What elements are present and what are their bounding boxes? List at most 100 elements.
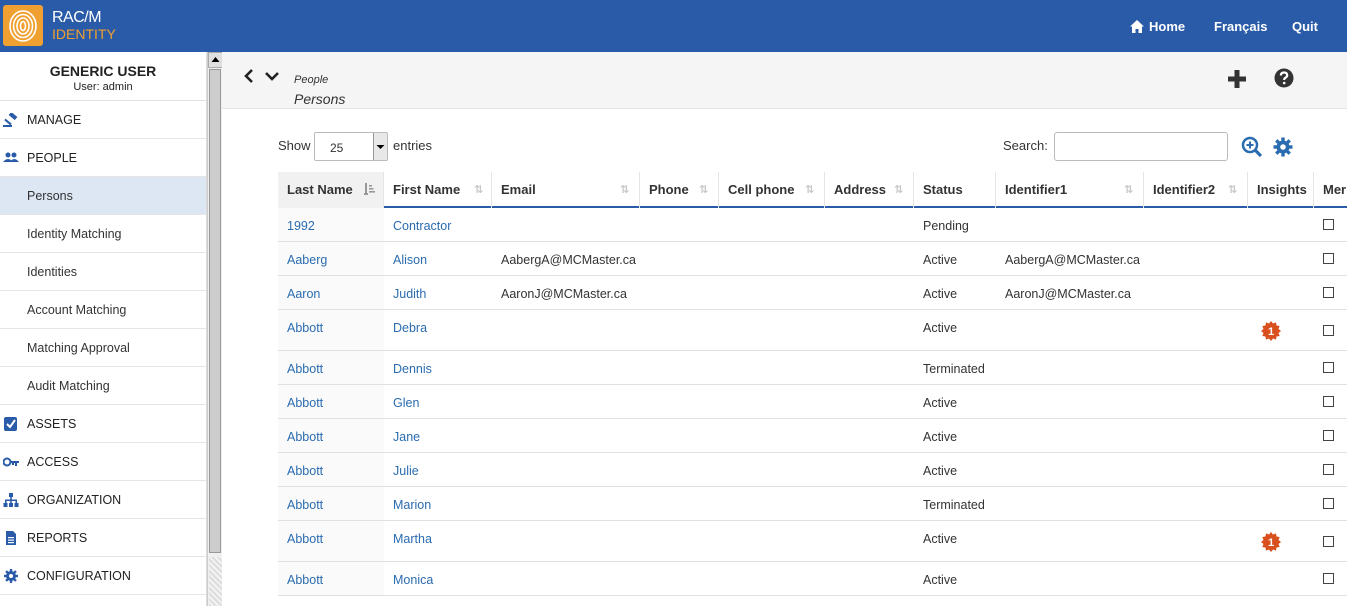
col-address[interactable]: Address ⇅ <box>825 172 914 208</box>
cell-last-name[interactable]: Abbott <box>287 430 323 444</box>
fingerprint-logo-icon <box>3 5 43 46</box>
zoom-search-icon[interactable] <box>1241 136 1263 158</box>
insight-badge-icon[interactable]: 1 <box>1261 321 1281 341</box>
cell-first-name[interactable]: Alison <box>393 253 427 267</box>
sidebar-item-people[interactable]: PEOPLE <box>0 139 206 177</box>
col-insights[interactable]: Insights <box>1248 172 1314 208</box>
cell-first-name[interactable]: Marion <box>393 498 431 512</box>
cell-last-name[interactable]: Abbott <box>287 532 323 546</box>
table-row[interactable]: Aaberg Alison AabergA@MCMaster.ca Active Aab… <box>278 242 1347 276</box>
breadcrumb-parent[interactable]: People <box>294 74 328 86</box>
cell-first-name[interactable]: Dennis <box>393 362 432 376</box>
table-settings-gear-icon[interactable] <box>1273 137 1293 157</box>
sidebar-item-identity-matching[interactable]: Identity Matching <box>0 215 206 253</box>
table-row[interactable]: Abbott Glen Active <box>278 385 1347 419</box>
cell-first-name[interactable]: Contractor <box>393 219 451 233</box>
search-input[interactable] <box>1054 132 1228 161</box>
merge-checkbox[interactable] <box>1323 498 1334 509</box>
merge-checkbox[interactable] <box>1323 396 1334 407</box>
sidebar-item-access[interactable]: ACCESS <box>0 443 206 481</box>
logo-text-identity: IDENTITY <box>52 26 116 42</box>
col-cell-phone[interactable]: Cell phone ⇅ <box>719 172 825 208</box>
table-row[interactable]: Abbott Martha Active 1 <box>278 521 1347 562</box>
chevron-left-icon[interactable] <box>243 69 255 83</box>
cell-last-name[interactable]: Abbott <box>287 396 323 410</box>
top-bar: RAC/M IDENTITY Home Français Quit <box>0 0 1347 52</box>
french-link[interactable]: Français <box>1214 19 1267 34</box>
cell-status: Terminated <box>923 498 985 512</box>
table-row[interactable]: Abbott Julie Active <box>278 453 1347 487</box>
help-icon[interactable] <box>1274 68 1294 88</box>
merge-checkbox[interactable] <box>1323 573 1334 584</box>
col-status[interactable]: Status <box>914 172 996 208</box>
chevron-down-icon[interactable] <box>265 70 279 82</box>
cell-first-name[interactable]: Debra <box>393 321 427 335</box>
table-row[interactable]: Abbott Monica Active <box>278 562 1347 596</box>
entries-select-value: 25 <box>330 141 344 155</box>
sidebar-item-manage[interactable]: MANAGE <box>0 101 206 139</box>
user-subtitle: User: admin <box>73 81 133 93</box>
cell-first-name[interactable]: Martha <box>393 532 432 546</box>
col-label: Status <box>923 182 963 197</box>
cell-last-name[interactable]: Abbott <box>287 464 323 478</box>
cell-last-name[interactable]: Abbott <box>287 498 323 512</box>
cell-first-name[interactable]: Monica <box>393 573 433 587</box>
col-first-name[interactable]: First Name ⇅ <box>384 172 492 208</box>
home-link[interactable]: Home <box>1130 19 1185 34</box>
merge-checkbox[interactable] <box>1323 464 1334 475</box>
cell-last-name[interactable]: Aaberg <box>287 253 327 267</box>
cell-first-name[interactable]: Judith <box>393 287 426 301</box>
sidebar-scrollbar[interactable] <box>207 52 223 606</box>
cell-last-name[interactable]: Abbott <box>287 573 323 587</box>
table-row[interactable]: Abbott Debra Active 1 <box>278 310 1347 351</box>
table-row[interactable]: Abbott Dennis Terminated <box>278 351 1347 385</box>
sidebar-item-label: Matching Approval <box>27 340 130 355</box>
col-phone[interactable]: Phone ⇅ <box>640 172 719 208</box>
merge-checkbox[interactable] <box>1323 219 1334 230</box>
col-identifier1[interactable]: Identifier1 ⇅ <box>996 172 1144 208</box>
table-row[interactable]: 1992 Contractor Pending <box>278 208 1347 242</box>
scroll-thumb[interactable] <box>209 69 221 553</box>
sidebar-item-configuration[interactable]: CONFIGURATION <box>0 557 206 595</box>
sidebar-item-audit-matching[interactable]: Audit Matching <box>0 367 206 405</box>
add-icon[interactable] <box>1227 69 1247 89</box>
sidebar-item-organization[interactable]: ORGANIZATION <box>0 481 206 519</box>
cell-first-name[interactable]: Julie <box>393 464 419 478</box>
col-last-name[interactable]: Last Name <box>278 172 384 208</box>
merge-checkbox[interactable] <box>1323 287 1334 298</box>
sidebar-item-identities[interactable]: Identities <box>0 253 206 291</box>
people-icon <box>3 152 19 162</box>
table-row[interactable]: Abbott Jane Active <box>278 419 1347 453</box>
cell-first-name[interactable]: Glen <box>393 396 419 410</box>
sidebar-item-reports[interactable]: REPORTS <box>0 519 206 557</box>
merge-checkbox[interactable] <box>1323 325 1334 336</box>
scroll-up-button[interactable] <box>208 52 223 68</box>
cell-last-name[interactable]: Abbott <box>287 321 323 335</box>
entries-select[interactable]: 25 <box>314 132 388 161</box>
insight-count: 1 <box>1268 537 1274 549</box>
cell-last-name[interactable]: Aaron <box>287 287 320 301</box>
entries-select-button[interactable] <box>373 133 387 160</box>
merge-checkbox[interactable] <box>1323 536 1334 547</box>
cell-last-name[interactable]: Abbott <box>287 362 323 376</box>
merge-checkbox[interactable] <box>1323 253 1334 264</box>
sidebar-item-matching-approval[interactable]: Matching Approval <box>0 329 206 367</box>
col-identifier2[interactable]: Identifier2 ⇅ <box>1144 172 1248 208</box>
col-merge[interactable]: Mer <box>1314 172 1347 208</box>
sidebar-item-assets[interactable]: ASSETS <box>0 405 206 443</box>
merge-checkbox[interactable] <box>1323 362 1334 373</box>
insight-badge-icon[interactable]: 1 <box>1261 532 1281 552</box>
table-body: 1992 Contractor Pending Aaberg Alison AabergA… <box>278 208 1347 596</box>
sidebar-item-persons[interactable]: Persons <box>0 177 206 215</box>
col-email[interactable]: Email ⇅ <box>492 172 640 208</box>
cell-first-name[interactable]: Jane <box>393 430 420 444</box>
sidebar-item-label: Persons <box>27 188 73 203</box>
user-box: GENERIC USER User: admin <box>0 52 206 101</box>
merge-checkbox[interactable] <box>1323 430 1334 441</box>
sidebar-item-account-matching[interactable]: Account Matching <box>0 291 206 329</box>
cell-last-name[interactable]: 1992 <box>287 219 315 233</box>
cell-status: Active <box>923 396 958 410</box>
table-row[interactable]: Aaron Judith AaronJ@MCMaster.ca Active Aaron… <box>278 276 1347 310</box>
table-row[interactable]: Abbott Marion Terminated <box>278 487 1347 521</box>
quit-link[interactable]: Quit <box>1292 19 1318 34</box>
